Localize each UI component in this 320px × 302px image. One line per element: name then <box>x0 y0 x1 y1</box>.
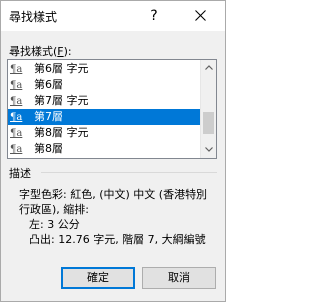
style-list-item[interactable]: ¶a 第7層 <box>8 109 201 125</box>
paragraph-style-icon: ¶a <box>10 64 23 75</box>
style-list-item[interactable]: ¶a 第6層 字元 <box>8 61 201 77</box>
cancel-button[interactable]: 取消 <box>142 267 216 289</box>
dialog-title: 尋找樣式 <box>9 10 58 24</box>
style-list-label: 尋找樣式(F): <box>9 45 72 58</box>
scroll-down-button[interactable] <box>201 142 216 158</box>
ok-button[interactable]: 確定 <box>61 267 135 289</box>
paragraph-style-icon: ¶a <box>10 144 23 155</box>
style-list-item-label: 第6層 <box>34 78 63 91</box>
style-list-item-label: 第6層 字元 <box>34 62 89 75</box>
dialog-body: 尋找樣式(F): ¶a 第6層 字元 ¶a 第6層 ¶a 第7層 字元 ¶a 第7層 ¶a 第8層… <box>1 31 225 301</box>
style-list-items: ¶a 第6層 字元 ¶a 第6層 ¶a 第7層 字元 ¶a 第7層 ¶a 第8層 字元 ¶a 第8層 <box>8 61 201 157</box>
paragraph-style-icon: ¶a <box>10 112 23 123</box>
description-label: 描述 <box>9 167 31 180</box>
style-list-item-label: 第8層 <box>34 142 63 155</box>
description-line: 左: 3 公分 <box>29 218 80 231</box>
vertical-scrollbar[interactable] <box>200 60 216 158</box>
scroll-up-button[interactable] <box>201 60 216 76</box>
description-line: 字型色彩: 紅色, (中文) 中文 (香港特別 <box>19 188 208 201</box>
close-button[interactable] <box>186 3 216 29</box>
style-listbox[interactable]: ¶a 第6層 字元 ¶a 第6層 ¶a 第7層 字元 ¶a 第7層 ¶a 第8層 字元 ¶a 第8層 <box>7 59 217 159</box>
scroll-thumb[interactable] <box>203 112 214 134</box>
title-bar: 尋找樣式 ? <box>1 1 225 31</box>
style-list-item[interactable]: ¶a 第8層 <box>8 141 201 157</box>
style-list-item-label: 第7層 字元 <box>34 94 89 107</box>
close-icon <box>195 10 206 21</box>
style-list-item[interactable]: ¶a 第6層 <box>8 77 201 93</box>
style-list-item[interactable]: ¶a 第7層 字元 <box>8 93 201 109</box>
chevron-up-icon <box>205 65 213 70</box>
style-list-item[interactable]: ¶a 第8層 字元 <box>8 125 201 141</box>
help-button[interactable]: ? <box>139 3 169 29</box>
paragraph-style-icon: ¶a <box>10 80 23 91</box>
paragraph-style-icon: ¶a <box>10 128 23 139</box>
description-line: 凸出: 12.76 字元, 階層 7, 大綱編號 <box>29 233 206 246</box>
description-separator <box>41 172 217 173</box>
style-list-item-label: 第7層 <box>34 110 63 123</box>
find-style-dialog: 尋找樣式 ? 尋找樣式(F): ¶a 第6層 字元 ¶a 第6層 ¶a 第7層 字元 ¶a 第… <box>0 0 226 302</box>
style-description: 字型色彩: 紅色, (中文) 中文 (香港特別 行政區), 縮排: 左: 3 公… <box>19 187 219 247</box>
paragraph-style-icon: ¶a <box>10 96 23 107</box>
style-list-item-label: 第8層 字元 <box>34 126 89 139</box>
description-line: 行政區), 縮排: <box>19 203 89 216</box>
chevron-down-icon <box>205 147 213 152</box>
